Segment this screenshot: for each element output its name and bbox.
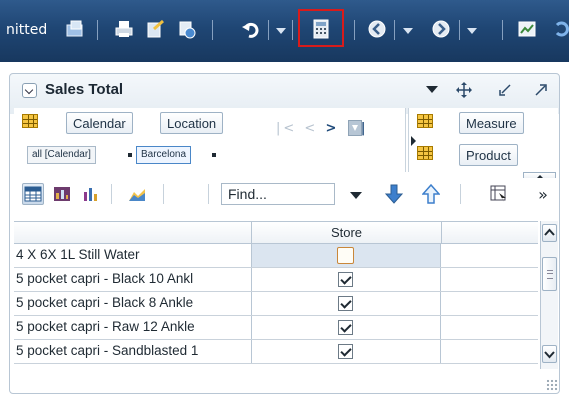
row-edge: Calendar Location all [Calendar] Barcelo… <box>14 108 406 172</box>
find-input[interactable]: Find... <box>221 183 335 205</box>
store-checkbox[interactable] <box>337 247 354 264</box>
scroll-thumb[interactable] <box>542 257 557 291</box>
toolbar-separator <box>292 20 293 40</box>
overflow-icon[interactable]: » <box>532 183 554 205</box>
store-checkbox[interactable] <box>338 344 353 359</box>
toolbar-separator <box>394 20 395 40</box>
page-edge: Measure Product <box>408 108 558 172</box>
find-next-icon[interactable] <box>383 183 405 205</box>
table-row[interactable]: 4 X 6X 1L Still Water <box>14 244 538 268</box>
find-previous-icon[interactable] <box>420 183 442 205</box>
vertical-scrollbar[interactable] <box>540 221 558 369</box>
maximize-icon[interactable] <box>533 82 549 98</box>
toolbar-separator <box>268 20 269 40</box>
column-header-store[interactable]: Store <box>251 222 441 244</box>
chart-view-icon[interactable] <box>80 183 102 205</box>
toolbar-separator <box>111 184 112 204</box>
member-all-calendar[interactable]: all [Calendar] <box>27 146 96 164</box>
toolbar-separator <box>460 184 461 204</box>
filter-icon[interactable] <box>348 120 362 136</box>
page-edge-grid-icon <box>417 146 433 160</box>
toolbar-separator <box>163 184 164 204</box>
move-icon[interactable] <box>456 82 472 98</box>
dimension-product[interactable]: Product <box>459 144 518 166</box>
column-header-empty <box>441 222 538 244</box>
store-checkbox[interactable] <box>338 272 353 287</box>
expand-arrow-icon[interactable] <box>411 136 416 146</box>
row-edge-grid-icon <box>22 114 38 128</box>
row-label: 5 pocket capri - Sandblasted 1 <box>16 343 199 358</box>
refresh-icon[interactable] <box>176 18 198 40</box>
data-grid: Store 4 X 6X 1L Still Water 5 pocket capr… <box>14 221 538 369</box>
table-chart-view-icon[interactable] <box>51 183 73 205</box>
forward-icon[interactable] <box>430 18 452 40</box>
undo-icon[interactable] <box>240 18 262 40</box>
back-icon[interactable] <box>366 18 388 40</box>
scroll-down-icon[interactable] <box>542 345 557 363</box>
undo-dropdown-icon[interactable] <box>276 28 286 34</box>
scroll-up-icon[interactable] <box>542 224 557 242</box>
store-cell[interactable] <box>251 292 441 315</box>
panel-title: Sales Total <box>45 81 124 98</box>
dimension-calendar[interactable]: Calendar <box>66 112 133 134</box>
table-row[interactable]: 5 pocket capri - Sandblasted 1 <box>14 340 538 364</box>
store-cell[interactable] <box>251 268 441 291</box>
store-checkbox[interactable] <box>338 320 353 335</box>
toolbar-separator <box>97 20 98 40</box>
store-checkbox[interactable] <box>338 296 353 311</box>
row-label: 5 pocket capri - Black 10 Ankl <box>16 271 194 286</box>
dimension-location[interactable]: Location <box>160 112 224 134</box>
table-view-icon[interactable] <box>22 183 44 205</box>
minimize-icon[interactable] <box>497 82 513 98</box>
member-barcelona[interactable]: Barcelona <box>136 146 192 164</box>
row-label: 4 X 6X 1L Still Water <box>16 247 140 262</box>
calculator-highlight <box>298 9 344 47</box>
table-row[interactable]: 5 pocket capri - Black 10 Ankl <box>14 268 538 292</box>
toolbar-separator <box>459 20 460 40</box>
page-edge-grid-icon <box>417 114 433 128</box>
detach-icon[interactable] <box>488 183 510 205</box>
table-row[interactable]: 5 pocket capri - Black 8 Ankle <box>14 292 538 316</box>
forward-dropdown-icon[interactable] <box>467 28 477 34</box>
toolbar-separator <box>354 20 355 40</box>
toolbar-separator <box>212 20 213 40</box>
row-header-corner <box>14 222 251 244</box>
save-as-icon[interactable] <box>144 18 166 40</box>
store-cell[interactable] <box>251 340 441 363</box>
member-separator <box>128 153 132 157</box>
member-separator <box>212 153 216 157</box>
collapse-icon[interactable] <box>22 83 37 98</box>
table-toolbar: Find... » <box>14 178 558 210</box>
table-row[interactable]: 5 pocket capri - Raw 12 Ankle <box>14 316 538 340</box>
back-dropdown-icon[interactable] <box>403 28 413 34</box>
dimension-measure[interactable]: Measure <box>459 112 524 134</box>
find-dropdown-icon[interactable] <box>350 192 362 199</box>
row-label: 5 pocket capri - Black 8 Ankle <box>16 295 194 310</box>
top-toolbar: nitted <box>0 0 569 62</box>
row-label: 5 pocket capri - Raw 12 Ankle <box>16 319 195 334</box>
area-chart-icon[interactable] <box>126 183 148 205</box>
store-cell[interactable] <box>251 316 441 339</box>
resize-handle[interactable] <box>546 379 558 391</box>
sales-total-panel: Sales Total Calendar Location all [Calen… <box>9 73 560 394</box>
panel-header: Sales Total <box>10 74 559 108</box>
toolbar-title-fragment: nitted <box>6 22 48 38</box>
chart-icon[interactable] <box>516 18 538 40</box>
refresh-alt-icon[interactable] <box>551 18 569 40</box>
store-cell[interactable] <box>251 244 441 267</box>
dropdown-icon[interactable] <box>424 82 440 98</box>
toolbar-separator <box>208 184 209 204</box>
toolbar-separator <box>502 20 503 40</box>
print-icon[interactable] <box>113 18 135 40</box>
publish-icon[interactable] <box>64 18 86 40</box>
